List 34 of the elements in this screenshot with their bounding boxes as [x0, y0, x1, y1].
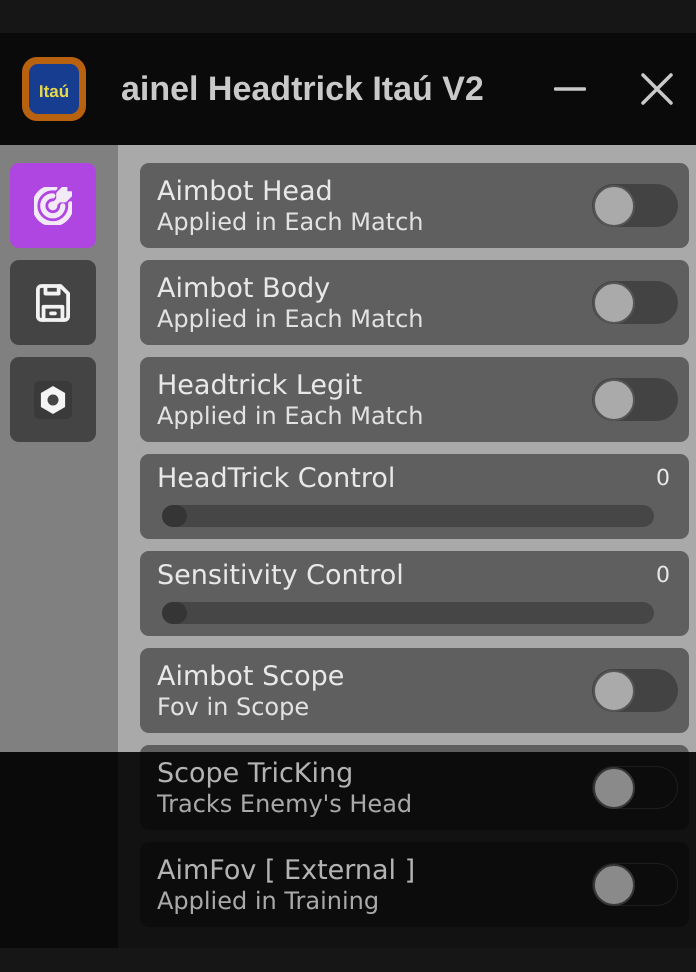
- slider-label: HeadTrick Control: [157, 462, 396, 495]
- slider-thumb[interactable]: [162, 505, 187, 527]
- minimize-icon: [554, 87, 586, 91]
- setting-description: Applied in Each Match: [157, 304, 424, 334]
- sidebar-tab[interactable]: [10, 260, 96, 345]
- setting-title: Aimbot Head: [157, 174, 334, 208]
- setting-title: Scope TricKing: [157, 756, 354, 790]
- toggle-switch[interactable]: [592, 184, 678, 227]
- setting-description: Applied in Each Match: [157, 208, 424, 236]
- window-title: ainel Headtrick Itaú V2: [121, 70, 484, 108]
- toggle-switch[interactable]: [592, 766, 678, 809]
- setting-description: Fov in Scope: [157, 692, 310, 722]
- setting-title: Aimbot Body: [157, 272, 332, 304]
- toggle-switch[interactable]: [592, 863, 678, 906]
- slider-track[interactable]: [162, 602, 654, 624]
- slider-value: 0: [656, 562, 670, 590]
- slider-track[interactable]: [162, 505, 654, 527]
- setting-description: Tracks Enemy's Head: [157, 790, 414, 818]
- setting-description: Applied in Each Match: [157, 402, 424, 430]
- nut-icon: [34, 380, 72, 418]
- sidebar-tab[interactable]: [10, 357, 96, 442]
- setting-title: AimFov [ External ]: [157, 854, 416, 886]
- slider-value: 0: [656, 465, 670, 493]
- toggle-switch[interactable]: [592, 669, 678, 712]
- close-icon: [641, 73, 673, 105]
- setting-title: Headtrick Legit: [157, 368, 364, 402]
- toggle-switch[interactable]: [592, 281, 678, 324]
- logo-text: Itaú: [38, 82, 70, 102]
- target-icon: [34, 186, 72, 224]
- setting-description: Applied in Training: [157, 886, 380, 916]
- setting-title: Aimbot Scope: [157, 660, 346, 692]
- slider-thumb[interactable]: [162, 602, 187, 624]
- slider-label: Sensitivity Control: [157, 559, 404, 592]
- toggle-switch[interactable]: [592, 378, 678, 421]
